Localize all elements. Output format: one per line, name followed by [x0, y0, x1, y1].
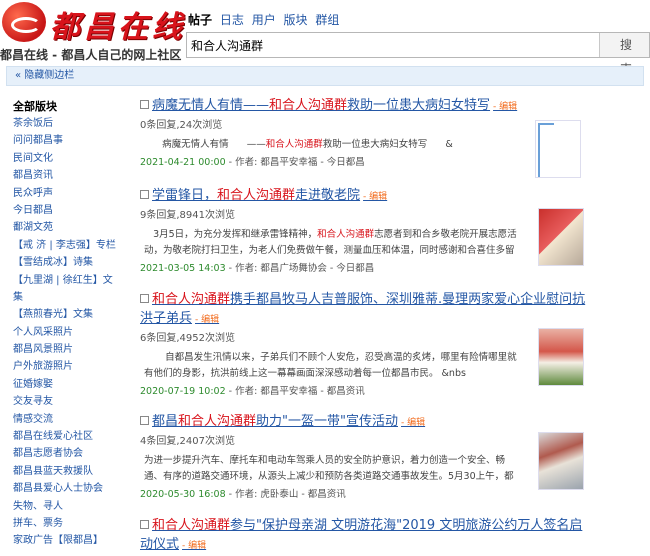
sidebar-item[interactable]: 集	[13, 289, 123, 306]
sidebar-item[interactable]: 家政广告【限都昌】	[13, 532, 123, 549]
sidebar-item[interactable]: 问问都昌事	[13, 132, 123, 149]
result-footer: 2020-05-30 16:08 - 作者: 虎卧泰山 - 都昌资讯	[140, 489, 346, 500]
tab-users[interactable]: 用户	[252, 13, 276, 27]
sidebar-item[interactable]: 交友寻友	[13, 393, 123, 410]
sidebar-item[interactable]: 民间文化	[13, 150, 123, 167]
sidebar-item[interactable]: 鄱湖文苑	[13, 219, 123, 236]
logo-text: 都昌在线	[50, 10, 186, 45]
result-thumbnail[interactable]	[538, 432, 584, 490]
sidebar-item[interactable]: 户外旅游照片	[13, 358, 123, 375]
edit-link[interactable]: - 编辑	[195, 315, 219, 325]
result-thumbnail[interactable]	[538, 208, 584, 266]
result-summary: 为进一步提升汽车、摩托车和电动车驾乘人员的安全防护意识，着力创造一个安全、畅通、…	[144, 455, 514, 482]
sidebar-item[interactable]: 【戒 济 | 李志强】专栏	[13, 237, 123, 254]
sidebar-item[interactable]: 【九里湖 | 徐红生】文	[13, 272, 123, 289]
sidebar: 全部版块 茶余饭后 问问都昌事 民间文化 都昌资讯 民众呼声 今日都昌 鄱湖文苑 【戒 济 |…	[13, 98, 123, 550]
tab-logs[interactable]: 日志	[220, 13, 244, 27]
search-box: 搜 索	[186, 32, 650, 76]
sidebar-item[interactable]: 拼车、票务	[13, 515, 123, 532]
site-slogan: 都昌在线 - 都昌人自己的网上社区	[0, 48, 182, 62]
sidebar-item[interactable]: 都昌在线爱心社区	[13, 428, 123, 445]
sidebar-heading[interactable]: 全部版块	[13, 98, 123, 115]
result-footer: 2020-07-19 10:02 - 作者: 都昌平安幸福 - 都昌资讯	[140, 386, 365, 397]
sidebar-item[interactable]: 都昌县爱心人士协会	[13, 480, 123, 497]
result-item: 和合人沟通群参与"保护母亲湖 文明游花海"2019 文明旅游公约万人签名启 动仪式…	[140, 516, 650, 556]
sidebar-item[interactable]: 【雪结成冰】诗集	[13, 254, 123, 271]
select-checkbox[interactable]	[140, 100, 149, 109]
logo-e-icon	[2, 2, 46, 42]
result-title[interactable]: 病魔无情人有情——和合人沟通群救助一位患大病妇女特写 - 编辑	[140, 96, 650, 117]
result-title[interactable]: 和合人沟通群携手都昌牧马人吉普服饰、深圳雅蒂.曼理两家爱心企业慰问抗 洪子弟兵 - …	[140, 290, 650, 330]
result-summary: 病魔无情人有情 ——和合人沟通群救助一位患大病妇女特写 &	[144, 139, 453, 150]
sidebar-item[interactable]: 今日都昌	[13, 202, 123, 219]
site-logo[interactable]: 都昌在线	[0, 0, 190, 45]
sidebar-item[interactable]: 征婚嫁娶	[13, 376, 123, 393]
edit-link[interactable]: - 编辑	[363, 192, 387, 202]
sidebar-item[interactable]: 都昌风景照片	[13, 341, 123, 358]
tab-forums[interactable]: 版块	[284, 13, 308, 27]
sidebar-item[interactable]: 都昌志愿者协会	[13, 445, 123, 462]
select-checkbox[interactable]	[140, 294, 149, 303]
result-title[interactable]: 和合人沟通群参与"保护母亲湖 文明游花海"2019 文明旅游公约万人签名启 动仪式…	[140, 516, 650, 556]
select-checkbox[interactable]	[140, 190, 149, 199]
search-button[interactable]: 搜 索	[599, 33, 649, 76]
sidebar-item[interactable]: 民众呼声	[13, 185, 123, 202]
hide-sidebar-toggle[interactable]: « 隐藏侧边栏	[6, 66, 644, 86]
edit-link[interactable]: - 编辑	[182, 541, 206, 551]
sidebar-item[interactable]: 都昌县蓝天救援队	[13, 463, 123, 480]
result-summary: 3月5日，为充分发挥和继承雷锋精神，和合人沟通群志愿者到和合乡敬老院开展志愿活动…	[144, 229, 517, 256]
tab-groups[interactable]: 群组	[315, 13, 339, 27]
tab-posts[interactable]: 帖子	[188, 13, 212, 27]
sidebar-item[interactable]: 茶余饭后	[13, 115, 123, 132]
result-summary: 自都昌发生汛情以来，子弟兵们不顾个人安危，忍受高温的炙烤，哪里有险情哪里就有他们…	[144, 352, 517, 379]
search-input[interactable]	[191, 35, 591, 55]
select-checkbox[interactable]	[140, 416, 149, 425]
sidebar-item[interactable]: 【燕煎春光】文集	[13, 306, 123, 323]
select-checkbox[interactable]	[140, 520, 149, 529]
result-title[interactable]: 学雷锋日，和合人沟通群走进敬老院 - 编辑	[140, 186, 650, 207]
sidebar-item[interactable]: 都昌资讯	[13, 167, 123, 184]
result-title[interactable]: 都昌和合人沟通群助力"一盔一带"宣传活动 - 编辑	[140, 412, 650, 433]
result-thumbnail[interactable]	[538, 328, 584, 386]
header: 都昌在线 都昌在线 - 都昌人自己的网上社区 帖子 日志 用户 版块 群组 搜 …	[0, 0, 650, 76]
search-tabs: 帖子 日志 用户 版块 群组	[188, 11, 343, 28]
edit-link[interactable]: - 编辑	[493, 102, 517, 112]
sidebar-item[interactable]: 个人风采照片	[13, 324, 123, 341]
result-thumbnail[interactable]	[535, 120, 581, 178]
sidebar-item[interactable]: 情感交流	[13, 411, 123, 428]
edit-link[interactable]: - 编辑	[401, 418, 425, 428]
sidebar-item[interactable]: 失物、寻人	[13, 498, 123, 515]
